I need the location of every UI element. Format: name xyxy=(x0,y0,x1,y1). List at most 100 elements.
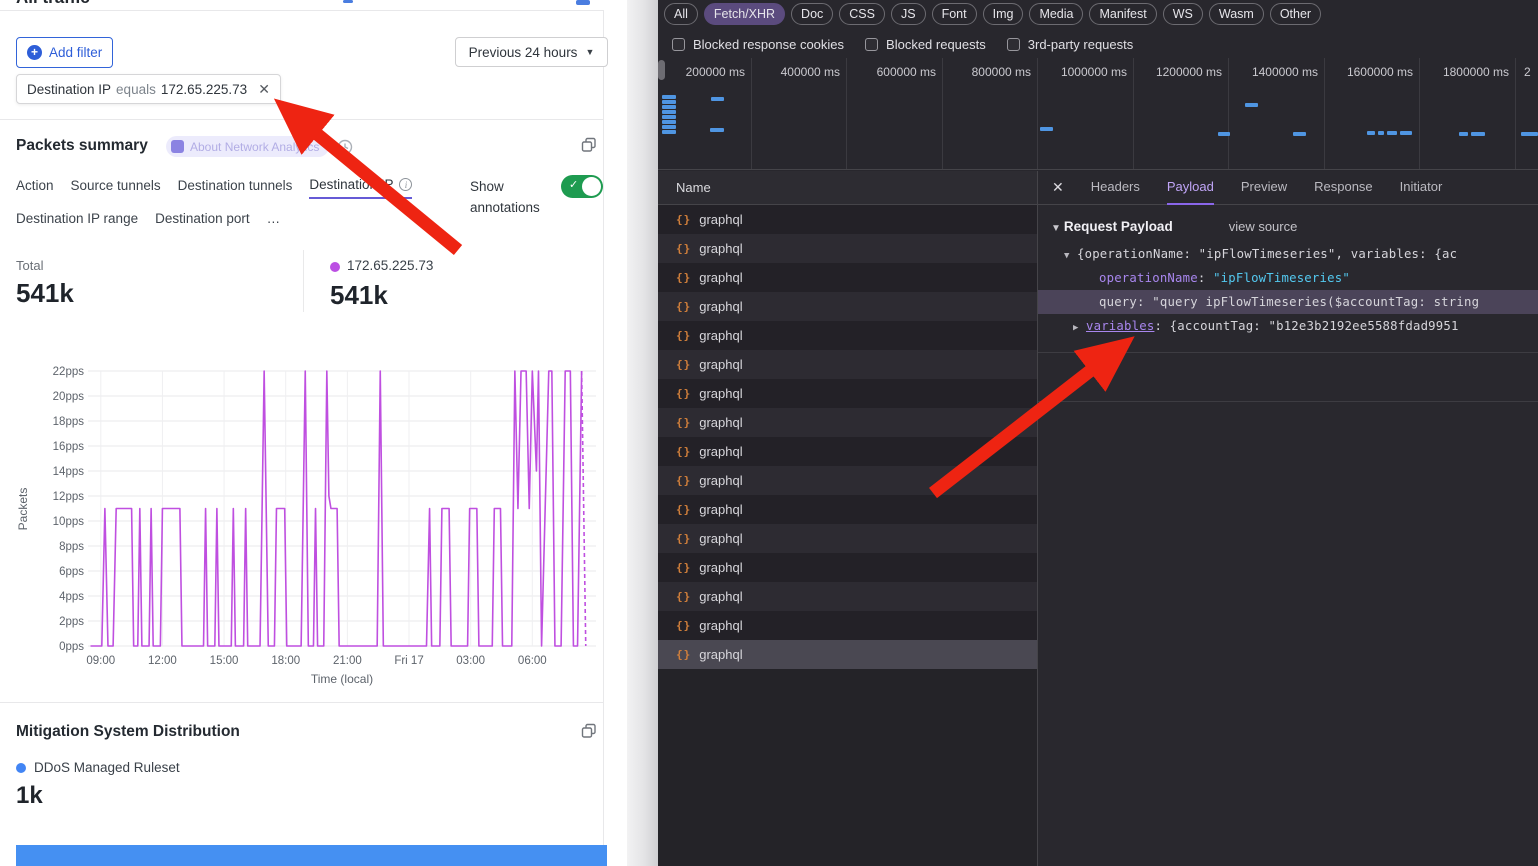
request-timing-mark xyxy=(710,128,724,132)
tab-destination-ip-range[interactable]: Destination IP range xyxy=(16,211,138,231)
payload-line[interactable]: ▼{operationName: "ipFlowTimeseries", var… xyxy=(1038,242,1538,266)
request-row[interactable]: {}graphql xyxy=(658,611,1037,640)
filter-pill-font[interactable]: Font xyxy=(932,3,977,25)
about-network-analytics-badge[interactable]: About Network Analytics xyxy=(166,136,329,157)
filter-pill-js[interactable]: JS xyxy=(891,3,926,25)
tab-action[interactable]: Action xyxy=(16,177,54,199)
detail-tab-payload[interactable]: Payload xyxy=(1167,171,1214,205)
request-row[interactable]: {}graphql xyxy=(658,553,1037,582)
filter-pill-wasm[interactable]: Wasm xyxy=(1209,3,1264,25)
tab-label: Action xyxy=(16,178,54,193)
show-annotations-toggle[interactable]: ✓ xyxy=(561,175,603,198)
mitigation-legend-dot xyxy=(16,763,26,773)
payload-divider-2 xyxy=(1038,401,1538,402)
view-source-link[interactable]: view source xyxy=(1229,219,1298,234)
checkbox-3rd-party-requests[interactable]: 3rd-party requests xyxy=(1007,37,1134,52)
detail-tab-headers[interactable]: Headers xyxy=(1091,171,1140,205)
tree-caret-icon[interactable]: ▼ xyxy=(1064,244,1077,266)
checkbox-blocked-requests[interactable]: Blocked requests xyxy=(865,37,986,52)
docs-icon xyxy=(171,140,184,153)
timeline-label: 1400000 ms xyxy=(1214,65,1318,79)
toggle-knob xyxy=(582,177,601,196)
request-name: graphql xyxy=(699,473,742,488)
tab-destination-tunnels[interactable]: Destination tunnels xyxy=(178,177,293,199)
request-row[interactable]: {}graphql xyxy=(658,379,1037,408)
mitigation-legend-label[interactable]: DDoS Managed Ruleset xyxy=(34,760,180,775)
total-label: Total xyxy=(16,258,43,273)
popout-icon[interactable] xyxy=(581,137,597,153)
vertical-scrollbar[interactable] xyxy=(627,0,658,866)
request-row[interactable]: {}graphql xyxy=(658,234,1037,263)
request-row[interactable]: {}graphql xyxy=(658,263,1037,292)
add-filter-button[interactable]: + Add filter xyxy=(16,37,113,68)
filter-pill-fetch-xhr[interactable]: Fetch/XHR xyxy=(704,3,785,25)
fetch-icon: {} xyxy=(676,648,691,661)
checkbox-label: Blocked requests xyxy=(886,37,986,52)
checkbox-box[interactable] xyxy=(865,38,878,51)
checkbox-box[interactable] xyxy=(672,38,685,51)
request-row[interactable]: {}graphql xyxy=(658,321,1037,350)
tab-destination-port[interactable]: Destination port xyxy=(155,211,250,231)
svg-text:Packets: Packets xyxy=(16,488,30,531)
clock-icon xyxy=(337,139,353,155)
series-ip-label[interactable]: 172.65.225.73 xyxy=(347,258,433,273)
filter-pill-img[interactable]: Img xyxy=(983,3,1024,25)
checkbox-box[interactable] xyxy=(1007,38,1020,51)
request-row[interactable]: {}graphql xyxy=(658,495,1037,524)
request-timing-mark xyxy=(662,95,676,99)
request-name: graphql xyxy=(699,560,742,575)
time-range-dropdown[interactable]: Previous 24 hours ▼ xyxy=(455,37,608,67)
checkbox-blocked-response-cookies[interactable]: Blocked response cookies xyxy=(672,37,844,52)
request-row[interactable]: {}graphql xyxy=(658,524,1037,553)
detail-tab-response[interactable]: Response xyxy=(1314,171,1373,205)
svg-text:12pps: 12pps xyxy=(53,491,85,503)
request-row[interactable]: {}graphql xyxy=(658,205,1037,234)
tab-destination-ip[interactable]: Destination IPi xyxy=(309,177,412,199)
filter-chip[interactable]: Destination IP equals 172.65.225.73 ✕ xyxy=(16,74,281,104)
payload-segment-plain: : xyxy=(1137,295,1152,309)
detail-tab-preview[interactable]: Preview xyxy=(1241,171,1287,205)
filter-pill-ws[interactable]: WS xyxy=(1163,3,1203,25)
svg-text:10pps: 10pps xyxy=(53,516,85,528)
tab-[interactable]: … xyxy=(267,211,281,231)
tree-caret-icon[interactable]: ▶ xyxy=(1073,316,1086,338)
request-row[interactable]: {}graphql xyxy=(658,292,1037,321)
network-overview-timeline[interactable]: 200000 ms400000 ms600000 ms800000 ms1000… xyxy=(658,58,1538,170)
request-payload-section-header[interactable]: ▼ Request Payload view source xyxy=(1038,205,1538,242)
request-timing-mark xyxy=(662,120,676,124)
request-row[interactable]: {}graphql xyxy=(658,466,1037,495)
detail-tab-initiator[interactable]: Initiator xyxy=(1400,171,1443,205)
filter-pill-manifest[interactable]: Manifest xyxy=(1089,3,1156,25)
request-name: graphql xyxy=(699,270,742,285)
payload-segment-plain: {operationName: "ipFlowTimeseries", vari… xyxy=(1077,247,1457,261)
filter-pill-all[interactable]: All xyxy=(664,3,698,25)
tab-source-tunnels[interactable]: Source tunnels xyxy=(71,177,161,199)
payload-line[interactable]: operationName: "ipFlowTimeseries" xyxy=(1038,266,1538,290)
filter-pill-media[interactable]: Media xyxy=(1029,3,1083,25)
filter-pill-other[interactable]: Other xyxy=(1270,3,1321,25)
close-icon[interactable]: ✕ xyxy=(1052,179,1064,196)
name-column-header[interactable]: Name xyxy=(658,171,1037,205)
remove-filter-icon[interactable]: ✕ xyxy=(258,81,270,98)
add-filter-label: Add filter xyxy=(49,45,102,60)
filter-pill-doc[interactable]: Doc xyxy=(791,3,833,25)
show-annotations-label: Show annotations xyxy=(470,176,554,218)
request-name: graphql xyxy=(699,241,742,256)
payload-segment-key: operationName xyxy=(1099,271,1198,285)
request-row[interactable]: {}graphql xyxy=(658,640,1037,669)
fetch-icon: {} xyxy=(676,300,691,313)
mitigation-popout-icon[interactable] xyxy=(581,723,597,739)
request-row[interactable]: {}graphql xyxy=(658,437,1037,466)
request-row[interactable]: {}graphql xyxy=(658,408,1037,437)
request-timing-mark xyxy=(662,115,676,119)
request-list-panel: Name {}graphql{}graphql{}graphql{}graphq… xyxy=(658,171,1038,866)
request-row[interactable]: {}graphql xyxy=(658,350,1037,379)
filter-pill-css[interactable]: CSS xyxy=(839,3,885,25)
request-timing-mark xyxy=(662,100,676,104)
payload-line[interactable]: ▶variables: {accountTag: "b12e3b2192ee55… xyxy=(1038,314,1538,338)
payload-line[interactable]: query: "query ipFlowTimeseries($accountT… xyxy=(1038,290,1538,314)
payload-segment-plain: {accountTag: "b12e3b2192ee5588fdad9951 xyxy=(1170,319,1459,333)
info-icon[interactable]: i xyxy=(399,178,412,191)
request-row[interactable]: {}graphql xyxy=(658,582,1037,611)
timeline-label: 200000 ms xyxy=(658,65,745,79)
